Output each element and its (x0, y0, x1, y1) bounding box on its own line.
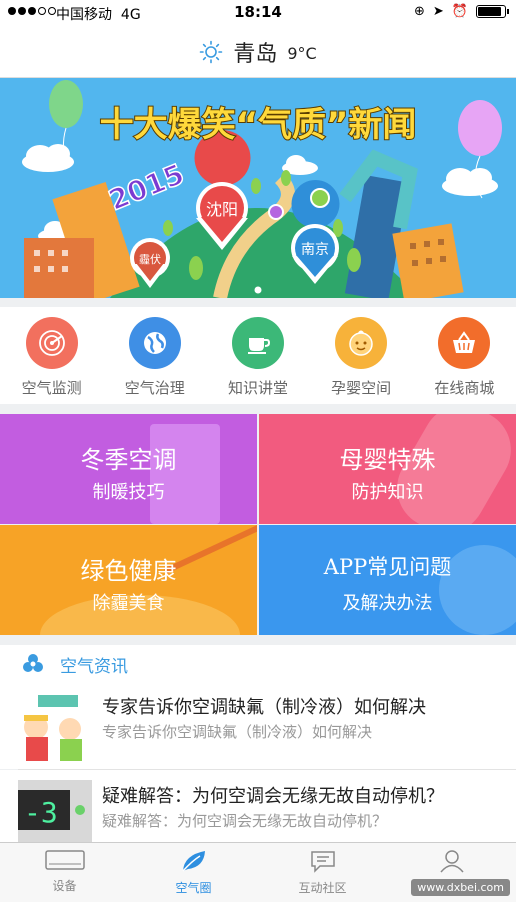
feature-tiles: 冬季空调 制暖技巧 母婴特殊 防护知识 绿色健康 除霾美食 APP常见问题 及解… (0, 414, 516, 635)
tab-air-circle[interactable]: 空气圈 (129, 843, 258, 902)
banner-title: 十大爆笑“气质”新闻 (100, 105, 417, 145)
quick-nav-knowledge[interactable]: 知识讲堂 (206, 307, 309, 404)
tile-subtitle: 除霾美食 (92, 593, 165, 614)
quick-nav-label: 空气监测 (21, 379, 82, 397)
tile-title: 母婴特殊 (339, 446, 436, 474)
weather-header[interactable]: 青岛 9°C (0, 26, 516, 78)
alarm-icon: ⏰ (451, 4, 468, 19)
user-icon (439, 850, 464, 873)
location-icon: ➤ (432, 4, 444, 19)
baby-face-icon (335, 317, 388, 369)
news-thumbnail: -3 (18, 780, 92, 842)
quick-nav-online-store[interactable]: 在线商城 (413, 307, 516, 404)
pin-label-shenyang: 沈阳 (206, 200, 238, 219)
pin-label-nanjing: 南京 (301, 242, 329, 258)
quick-nav-label: 孕婴空间 (331, 379, 392, 397)
news-title: 专家告诉你空调缺氟（制冷液）如何解决 (102, 697, 426, 718)
news-item[interactable]: 专家告诉你空调缺氟（制冷液）如何解决 专家告诉你空调缺氟（制冷液）如何解决 (0, 681, 516, 769)
watermark: www.dxbei.com (411, 879, 510, 896)
banner-year: 2015 (104, 157, 189, 217)
news-item[interactable]: -3 疑难解答：为何空调会无缘无故自动停机？ 疑难解答：为何空调会无缘无故自动停… (0, 770, 516, 842)
temperature: 9°C (287, 44, 317, 63)
tile-subtitle: 防护知识 (351, 482, 424, 503)
news-section-header: 空气资讯 (0, 645, 516, 681)
quick-nav-label: 在线商城 (434, 379, 495, 397)
banner-illustration: 沈阳 南京 霾伏 2015 十大爆笑“气质”新闻 (22, 80, 502, 298)
tile-subtitle: 及解决办法 (342, 593, 433, 614)
banner-page-dot[interactable] (254, 286, 262, 294)
quick-nav: 空气监测 空气治理 知识讲堂 孕婴空间 在线商城 (0, 307, 516, 404)
tile-green-health[interactable]: 绿色健康 除霾美食 (0, 525, 257, 635)
quick-nav-air-treatment[interactable]: 空气治理 (103, 307, 206, 404)
tab-device[interactable]: 设备 (0, 843, 129, 902)
tab-label: 互动社区 (298, 881, 347, 895)
city-name: 青岛 (233, 41, 278, 67)
tile-title: APP常见问题 (323, 555, 452, 579)
coffee-cup-icon (231, 317, 284, 369)
air-news-icon (23, 654, 43, 672)
tile-app-faq[interactable]: APP常见问题 及解决办法 (259, 525, 516, 635)
leaf-icon (181, 851, 205, 872)
quick-nav-label: 空气治理 (124, 379, 185, 397)
tab-label: 设备 (52, 879, 77, 893)
promo-banner[interactable]: 沈阳 南京 霾伏 2015 十大爆笑“气质”新闻 (0, 78, 516, 298)
news-section-title: 空气资讯 (60, 657, 128, 677)
quick-nav-label: 知识讲堂 (227, 379, 288, 397)
tab-label: 空气圈 (175, 881, 212, 895)
tile-title: 冬季空调 (80, 446, 177, 474)
tab-community[interactable]: 互动社区 (258, 843, 387, 902)
tile-maternal-protection[interactable]: 母婴特殊 防护知识 (259, 414, 516, 524)
quick-nav-air-monitoring[interactable]: 空气监测 (0, 307, 103, 404)
tile-title: 绿色健康 (80, 557, 177, 585)
globe-icon (128, 317, 181, 369)
tile-subtitle: 制暖技巧 (92, 482, 165, 503)
sun-icon (200, 40, 223, 63)
tile-winter-ac[interactable]: 冬季空调 制暖技巧 (0, 414, 257, 524)
svg-text:-3: -3 (24, 796, 58, 829)
rotation-lock-icon: ⊕ (414, 4, 425, 19)
device-icon (44, 850, 85, 870)
radar-icon (25, 317, 78, 369)
shopping-basket-icon (438, 317, 491, 369)
status-bar: 中国移动 4G 18:14 ⊕ ➤ ⏰ (0, 0, 516, 26)
news-title: 疑难解答：为何空调会无缘无故自动停机？ (102, 786, 444, 807)
pin-label-maifu: 霾伏 (139, 252, 161, 266)
battery-icon (476, 5, 509, 18)
chat-icon (310, 851, 335, 873)
news-description: 疑难解答：为何空调会无缘无故自动停机？ (102, 812, 388, 830)
quick-nav-maternity[interactable]: 孕婴空间 (310, 307, 413, 404)
news-thumbnail (18, 691, 92, 763)
status-icons: ⊕ ➤ ⏰ (414, 4, 509, 19)
news-description: 专家告诉你空调缺氟（制冷液）如何解决 (102, 723, 373, 741)
